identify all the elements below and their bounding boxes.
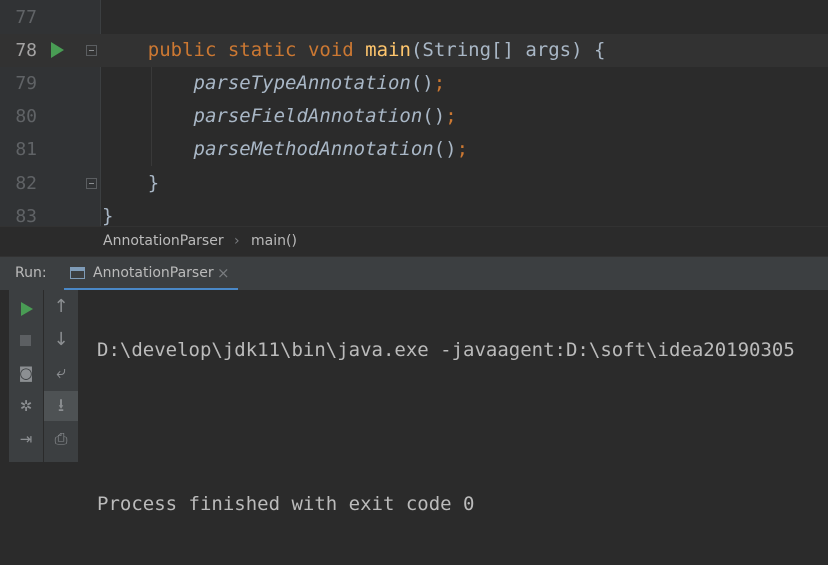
parens: () <box>433 138 457 160</box>
fold-icon[interactable] <box>86 45 97 56</box>
print-icon: ⎙ <box>54 429 68 448</box>
method-call: parseTypeAnnotation <box>193 72 411 94</box>
scroll-down-button[interactable]: ↓ <box>44 325 78 355</box>
exit-button[interactable]: ⇥ <box>9 424 43 454</box>
semicolon: ; <box>433 72 446 94</box>
code-line-80[interactable]: 80 parseFieldAnnotation(); <box>0 100 828 133</box>
close-icon[interactable]: × <box>217 264 230 282</box>
run-icon <box>21 302 33 316</box>
code-line-83[interactable]: 83 } <box>0 200 828 226</box>
parens: () <box>410 72 434 94</box>
wrap-icon: ⤶ <box>55 362 67 383</box>
code-editor[interactable]: 77 78 public static void main(String[] a… <box>0 0 828 226</box>
rerun-button[interactable] <box>9 292 43 322</box>
line-number: 79 <box>15 73 37 94</box>
parens: () <box>422 105 446 127</box>
arrow-up-icon: ↑ <box>53 296 69 317</box>
close-brace: } <box>147 172 160 194</box>
bug-icon: ✲ <box>19 397 33 415</box>
code-text: public static void main(String[] args) { <box>102 34 606 67</box>
run-tab-label: AnnotationParser <box>93 265 214 281</box>
console-output[interactable]: D:\develop\jdk11\bin\java.exe -javaagent… <box>97 290 828 565</box>
code-line-79[interactable]: 79 parseTypeAnnotation(); <box>0 67 828 100</box>
line-number: 82 <box>15 173 37 194</box>
keyword: void <box>307 39 354 61</box>
exit-icon: ⇥ <box>19 430 33 448</box>
code-text: } <box>102 167 159 200</box>
line-number: 81 <box>15 139 37 160</box>
camera-icon: ◙ <box>18 364 34 382</box>
class-close-brace: } <box>102 205 114 226</box>
application-icon <box>70 267 85 279</box>
run-config-tab[interactable]: AnnotationParser × <box>64 257 238 291</box>
code-text: parseTypeAnnotation(); <box>102 67 446 100</box>
console-line: D:\develop\jdk11\bin\java.exe -javaagent… <box>97 339 795 361</box>
run-tool-window-header: Run: AnnotationParser × <box>0 256 828 292</box>
run-gutter-icon[interactable] <box>51 42 64 58</box>
code-line-77[interactable]: 77 <box>0 1 828 34</box>
console-line: Process finished with exit code 0 <box>97 493 475 515</box>
method-name: main <box>365 39 411 61</box>
semicolon: ; <box>445 105 457 127</box>
code-text: } <box>102 200 113 226</box>
code-line-78[interactable]: 78 public static void main(String[] args… <box>0 34 828 67</box>
semicolon: ; <box>456 138 469 160</box>
code-line-82[interactable]: 82 } <box>0 167 828 200</box>
debug-button[interactable]: ✲ <box>9 391 43 421</box>
print-button[interactable]: ⎙ <box>44 424 78 454</box>
breadcrumb: AnnotationParser › main() <box>0 226 828 257</box>
line-number: 80 <box>15 106 37 127</box>
line-number: 83 <box>15 206 37 226</box>
keyword: public <box>147 39 217 61</box>
run-toolbar-secondary: ↑ ↓ ⤶ ⭳ ⎙ <box>44 290 78 462</box>
stop-icon <box>20 335 31 346</box>
arrow-down-icon: ↓ <box>53 329 69 350</box>
line-number: 78 <box>15 40 37 61</box>
run-label: Run: <box>15 265 47 281</box>
breadcrumb-separator: › <box>234 233 240 249</box>
run-console[interactable]: ◙ ✲ ⇥ ↑ ↓ ⤶ ⭳ ⎙ D:\develop\jdk11\bin\jav… <box>0 290 828 515</box>
keyword: static <box>227 39 297 61</box>
method-params: (String[] args) { <box>410 39 606 61</box>
line-number: 77 <box>15 7 37 28</box>
code-text: parseFieldAnnotation(); <box>102 100 457 133</box>
scroll-to-end-button[interactable]: ⭳ <box>44 391 78 421</box>
breadcrumb-method[interactable]: main() <box>251 233 297 249</box>
code-line-81[interactable]: 81 parseMethodAnnotation(); <box>0 133 828 166</box>
scroll-to-end-icon: ⭳ <box>57 395 65 416</box>
breadcrumb-class[interactable]: AnnotationParser <box>103 233 224 249</box>
screenshot-button[interactable]: ◙ <box>9 358 43 388</box>
soft-wrap-button[interactable]: ⤶ <box>44 358 78 388</box>
run-toolbar-primary: ◙ ✲ ⇥ <box>9 290 43 462</box>
scroll-up-button[interactable]: ↑ <box>44 292 78 322</box>
method-call: parseFieldAnnotation <box>193 105 423 127</box>
code-text: parseMethodAnnotation(); <box>102 133 469 166</box>
method-call: parseMethodAnnotation <box>193 138 434 160</box>
stop-button[interactable] <box>9 325 43 355</box>
fold-end-icon[interactable] <box>86 178 97 189</box>
